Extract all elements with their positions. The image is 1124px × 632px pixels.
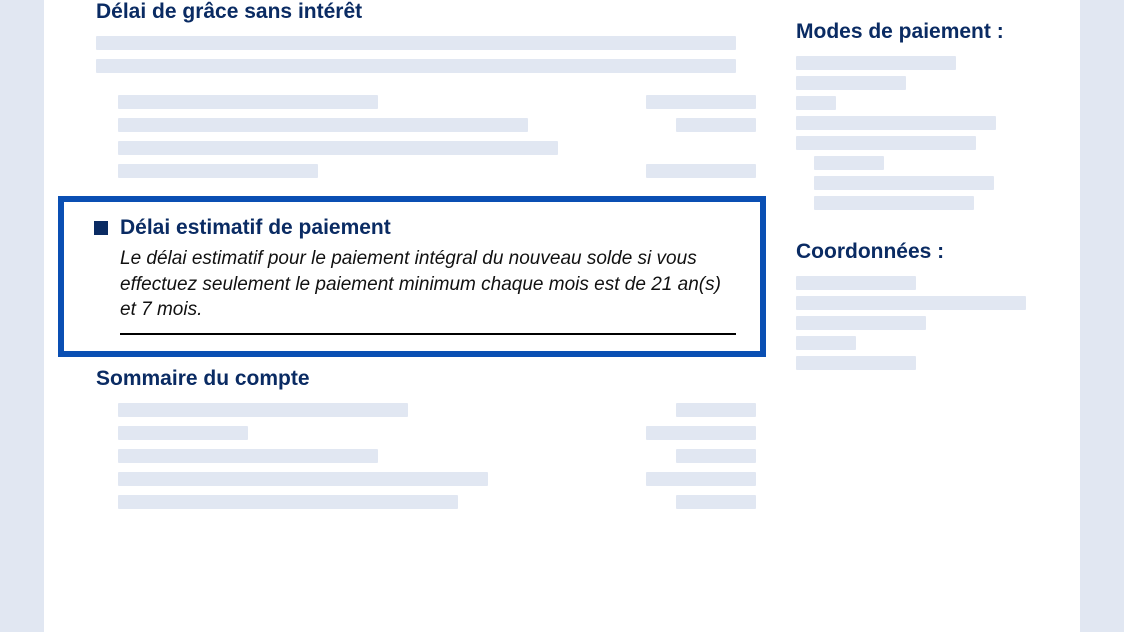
placeholder-line (814, 176, 994, 190)
grace-period-heading: Délai de grâce sans intérêt (96, 0, 756, 24)
placeholder-line (814, 196, 974, 210)
estimated-payment-title: Délai estimatif de paiement (120, 216, 391, 240)
placeholder-line (796, 96, 836, 110)
summary-rows (118, 403, 756, 509)
grace-detail-rows (118, 95, 756, 178)
placeholder-line (96, 36, 736, 50)
placeholder-line (796, 76, 906, 90)
placeholder-line (796, 356, 916, 370)
statement-page: Délai de grâce sans intérêt (44, 0, 1080, 632)
square-bullet-icon (94, 221, 108, 235)
divider (120, 333, 736, 335)
right-column: Modes de paiement : Coordonnées : (796, 0, 1044, 518)
placeholder-line (96, 59, 736, 73)
contact-heading: Coordonnées : (796, 240, 1044, 264)
placeholder-line (796, 136, 976, 150)
placeholder-line (796, 116, 996, 130)
placeholder-line (796, 56, 956, 70)
account-summary-heading: Sommaire du compte (96, 367, 756, 391)
placeholder-line (814, 156, 884, 170)
payment-methods-heading: Modes de paiement : (796, 20, 1044, 44)
placeholder-line (796, 276, 916, 290)
placeholder-line (796, 296, 1026, 310)
estimated-payment-callout: Délai estimatif de paiement Le délai est… (58, 196, 766, 357)
left-column: Délai de grâce sans intérêt (96, 0, 756, 518)
placeholder-line (796, 336, 856, 350)
placeholder-line (796, 316, 926, 330)
estimated-payment-text: Le délai estimatif pour le paiement inté… (120, 246, 736, 323)
